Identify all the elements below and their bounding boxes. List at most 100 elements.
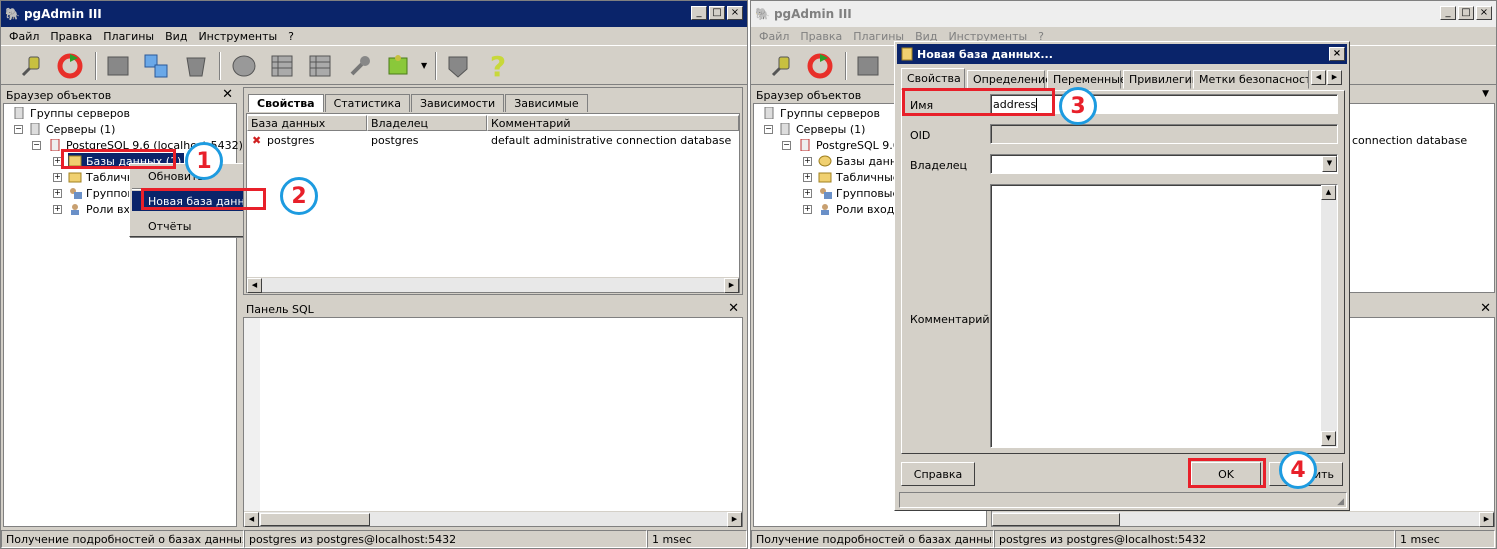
create-object-icon[interactable] <box>141 51 171 81</box>
table-row[interactable]: ✖ postgres postgres default administrati… <box>247 133 739 149</box>
tab-dependents[interactable]: Зависимые <box>505 94 588 112</box>
scroll-left-icon[interactable]: ◀ <box>247 278 262 293</box>
tree-item-server[interactable]: PostgreSQL 9.6 <box>798 137 900 153</box>
expand-icon[interactable]: + <box>53 173 62 182</box>
expand-icon[interactable]: + <box>53 205 62 214</box>
dropdown-arrow-icon[interactable]: ▼ <box>1482 87 1489 102</box>
horizontal-scrollbar[interactable]: ▶ <box>992 511 1494 527</box>
tab-properties[interactable]: Свойства <box>248 94 324 112</box>
close-icon[interactable]: ✕ <box>1480 301 1491 316</box>
status-message: Получение подробностей о базах данных...… <box>1 530 244 548</box>
scroll-thumb[interactable] <box>992 513 1120 526</box>
tab-definition[interactable]: Определение <box>967 70 1052 89</box>
menu-plugins[interactable]: Плагины <box>103 30 154 43</box>
properties-icon[interactable] <box>103 51 133 81</box>
status-message: Получение подробностей о базах данных...… <box>751 530 994 548</box>
minimize-button[interactable]: _ <box>1440 6 1456 20</box>
servers-icon <box>778 123 792 135</box>
sql-icon[interactable] <box>229 51 259 81</box>
horizontal-scrollbar[interactable]: ◀ ▶ <box>244 511 742 527</box>
tree-item-tablespaces[interactable]: Табличн <box>68 169 134 185</box>
view-data-icon[interactable] <box>267 51 297 81</box>
scroll-thumb[interactable] <box>260 513 370 526</box>
maximize-button[interactable]: □ <box>709 6 725 20</box>
menu-edit[interactable]: Правка <box>800 30 842 43</box>
close-icon[interactable]: ✕ <box>222 87 233 102</box>
tree-item-server-groups[interactable]: Группы серверов <box>12 105 130 121</box>
vertical-scrollbar[interactable]: ▲ ▼ <box>1321 185 1337 447</box>
chevron-down-icon[interactable]: ▼ <box>421 61 427 70</box>
column-header-owner[interactable]: Владелец <box>367 115 487 131</box>
sql-editor[interactable]: ◀ ▶ <box>243 317 743 527</box>
group-roles-icon <box>68 187 82 199</box>
collapse-icon[interactable]: − <box>782 141 791 150</box>
tree-item-tablespaces[interactable]: Табличные <box>818 169 900 185</box>
close-button[interactable]: × <box>1476 6 1492 20</box>
expand-icon[interactable]: + <box>803 157 812 166</box>
column-header-comment[interactable]: Комментарий <box>487 115 739 131</box>
tree-item-login-roles[interactable]: Роли вхо <box>68 201 137 217</box>
tree-item-servers[interactable]: Серверы (1) <box>28 121 115 137</box>
expand-icon[interactable]: + <box>803 205 812 214</box>
owner-select[interactable]: ▼ <box>990 154 1338 174</box>
menu-help[interactable]: ? <box>288 30 294 43</box>
collapse-icon[interactable]: − <box>764 125 773 134</box>
group-roles-icon <box>818 187 832 199</box>
tab-scroll-right-icon[interactable]: ▶ <box>1327 70 1342 85</box>
tree-item-databases[interactable]: Базы данн <box>818 153 897 169</box>
dialog-tabs: Свойства Определение Переменные Привилег… <box>901 68 1345 90</box>
scroll-right-icon[interactable]: ▶ <box>727 512 742 527</box>
tab-properties[interactable]: Свойства <box>901 68 965 89</box>
drop-object-icon[interactable] <box>181 51 211 81</box>
close-icon[interactable]: ✕ <box>728 301 739 316</box>
tree-item-login-roles[interactable]: Роли входа <box>818 201 901 217</box>
scroll-down-icon[interactable]: ▼ <box>1321 431 1336 446</box>
hint-icon[interactable] <box>443 51 473 81</box>
scroll-left-icon[interactable]: ◀ <box>244 512 259 527</box>
horizontal-scrollbar[interactable]: ◀ ▶ <box>247 277 739 293</box>
properties-icon[interactable] <box>853 51 883 81</box>
dialog-close-button[interactable]: × <box>1329 47 1345 61</box>
minimize-button[interactable]: _ <box>691 6 707 20</box>
tab-variables[interactable]: Переменные <box>1047 70 1127 89</box>
tab-privileges[interactable]: Привилегии <box>1123 70 1199 89</box>
help-question-icon[interactable]: ? <box>483 50 513 83</box>
comment-textarea[interactable]: ▲ ▼ <box>990 184 1338 448</box>
connect-plug-icon[interactable] <box>765 51 795 81</box>
column-header-database[interactable]: База данных <box>247 115 367 131</box>
expand-icon[interactable]: + <box>803 189 812 198</box>
tree-item-servers[interactable]: Серверы (1) <box>778 121 865 137</box>
tab-security-labels[interactable]: Метки безопасности <box>1193 70 1309 89</box>
expand-icon[interactable]: + <box>53 189 62 198</box>
scroll-right-icon[interactable]: ▶ <box>1479 512 1494 527</box>
menu-tools[interactable]: Инструменты <box>198 30 277 43</box>
help-button[interactable]: Справка <box>901 462 975 486</box>
maximize-button[interactable]: □ <box>1458 6 1474 20</box>
connect-plug-icon[interactable] <box>15 51 45 81</box>
plugin-puzzle-icon[interactable] <box>383 51 413 81</box>
filtered-view-icon[interactable] <box>305 51 335 81</box>
expand-icon[interactable]: + <box>803 173 812 182</box>
server-icon <box>798 139 812 151</box>
menu-view[interactable]: Вид <box>165 30 187 43</box>
close-button[interactable]: × <box>727 6 743 20</box>
refresh-icon[interactable] <box>55 51 85 81</box>
menu-file[interactable]: Файл <box>9 30 39 43</box>
tree-item-server-groups[interactable]: Группы серверов <box>762 105 880 121</box>
refresh-icon[interactable] <box>805 51 835 81</box>
object-browser-title: Браузер объектов <box>6 88 112 102</box>
scroll-right-icon[interactable]: ▶ <box>724 278 739 293</box>
collapse-icon[interactable]: − <box>32 141 41 150</box>
tab-dependencies[interactable]: Зависимости <box>410 94 505 112</box>
menu-file[interactable]: Файл <box>759 30 789 43</box>
wrench-icon[interactable] <box>345 51 375 81</box>
collapse-icon[interactable]: − <box>14 125 23 134</box>
tab-statistics[interactable]: Статистика <box>324 94 410 112</box>
resize-grip-icon[interactable]: ◢ <box>1337 497 1344 507</box>
tree-item-group-roles[interactable]: Групповые <box>818 185 899 201</box>
menu-edit[interactable]: Правка <box>50 30 92 43</box>
scroll-up-icon[interactable]: ▲ <box>1321 185 1336 200</box>
chevron-down-icon[interactable]: ▼ <box>1322 156 1337 172</box>
tab-scroll-left-icon[interactable]: ◀ <box>1311 70 1326 85</box>
tree-item-group-roles[interactable]: Группов <box>68 185 134 201</box>
